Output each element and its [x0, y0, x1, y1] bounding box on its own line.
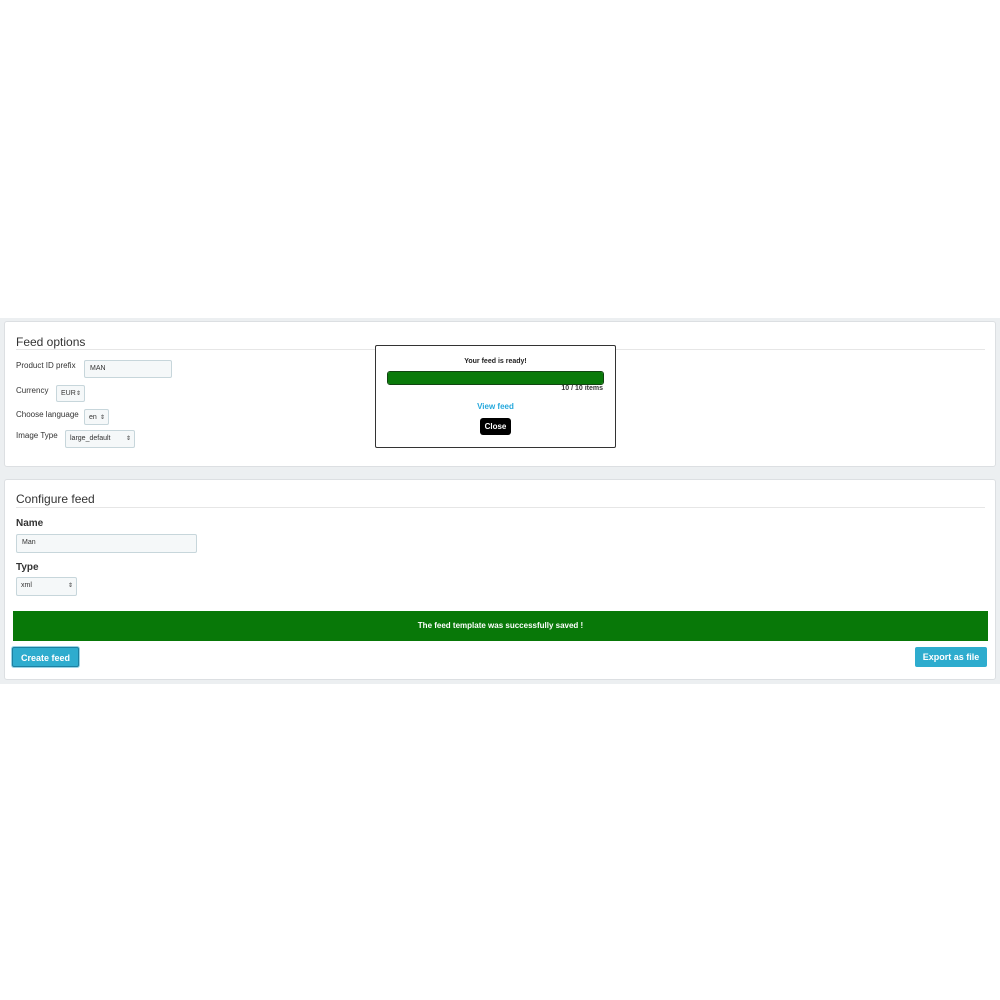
image-type-select[interactable]: large_default ⇕ — [65, 430, 135, 448]
product-id-prefix-label: Product ID prefix — [16, 361, 76, 370]
image-type-label: Image Type — [16, 431, 58, 440]
type-select[interactable]: xml ⇕ — [16, 577, 77, 596]
view-feed-link[interactable]: View feed — [376, 402, 615, 411]
choose-language-label: Choose language — [16, 410, 79, 419]
language-select-value: en — [89, 414, 97, 421]
configure-feed-panel: Configure feed Name Man Type xml ⇕ The f… — [4, 479, 996, 680]
configure-feed-divider — [16, 507, 985, 508]
configure-feed-title: Configure feed — [16, 492, 95, 506]
product-id-prefix-input[interactable]: MAN — [84, 360, 172, 378]
progress-count: 10 / 10 items — [561, 385, 603, 392]
close-button[interactable]: Close — [480, 418, 511, 435]
currency-select[interactable]: EUR ⇕ — [56, 385, 85, 402]
type-label: Type — [16, 562, 39, 573]
create-feed-button[interactable]: Create feed — [12, 647, 79, 667]
dialog-title: Your feed is ready! — [464, 358, 527, 365]
currency-select-value: EUR — [61, 390, 76, 397]
updown-arrows-icon: ⇕ — [67, 583, 73, 589]
progress-bar — [387, 371, 604, 385]
updown-arrows-icon: ⇕ — [99, 415, 105, 421]
currency-label: Currency — [16, 386, 49, 395]
export-as-file-button[interactable]: Export as file — [915, 647, 987, 667]
success-message: The feed template was successfully saved… — [13, 611, 988, 641]
page: Feed options Product ID prefix MAN Curre… — [0, 0, 1000, 1000]
name-input[interactable]: Man — [16, 534, 197, 553]
name-label: Name — [16, 518, 44, 529]
feed-options-title: Feed options — [16, 335, 86, 349]
type-select-value: xml — [21, 582, 32, 589]
progress-bar-fill — [388, 372, 603, 384]
feed-ready-dialog: Your feed is ready! 10 / 10 items View f… — [375, 345, 616, 448]
image-type-select-value: large_default — [70, 435, 111, 442]
updown-arrows-icon: ⇕ — [125, 436, 131, 442]
language-select[interactable]: en ⇕ — [84, 409, 109, 425]
updown-arrows-icon: ⇕ — [75, 391, 81, 397]
